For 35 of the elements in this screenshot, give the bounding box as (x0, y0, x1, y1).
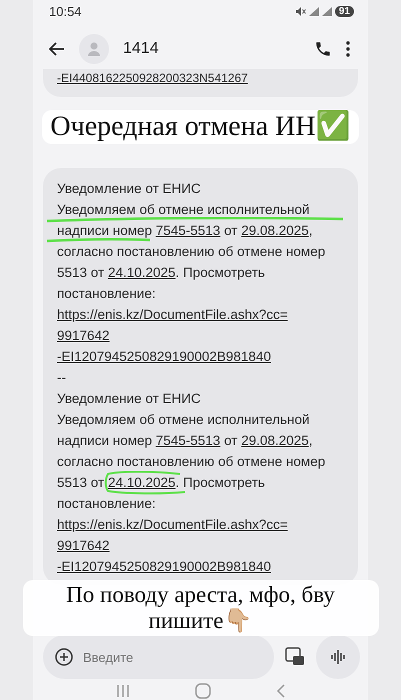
waveform-icon (330, 650, 346, 664)
separator-text: -- (57, 369, 67, 388)
more-icon[interactable] (346, 40, 350, 57)
status-time: 10:54 (49, 4, 82, 19)
link-text[interactable]: 24.10.2025 (108, 475, 176, 490)
back-icon[interactable] (49, 42, 65, 56)
home-icon[interactable] (194, 682, 210, 699)
phone-icon[interactable] (314, 40, 332, 58)
link-text[interactable]: 9917642 (57, 328, 110, 344)
link-text[interactable]: 9917642 (57, 538, 110, 554)
link-text[interactable]: -EI1207945250829190002B981840 (57, 559, 271, 574)
caption-text: По поводу ареста, мфо, бву пишите👇🏼 (22, 580, 378, 636)
sender-text: Уведомление от ЕНИС (57, 390, 202, 408)
link-text[interactable]: -EI1207945250829190002B981840 (57, 349, 271, 364)
link-text[interactable]: 7545-5513 (156, 433, 220, 448)
link-text[interactable]: https://enis.kz/DocumentFile.ashx?cc= (57, 517, 288, 532)
sender-text: Уведомление от ЕНИС (57, 180, 202, 198)
contact-name: 1414 (123, 40, 159, 58)
link-text[interactable]: https://enis.kz/DocumentFile.ashx?cc= (57, 307, 288, 322)
link-text[interactable]: 29.08.2025 (241, 433, 309, 448)
mute-icon (296, 6, 306, 16)
message-text: Уведомляем об отмене исполнительной надписи номер 7545-5513 от 29.08.2025, согласно постановлению об отмене номер 5513 от 24.10.2025. Просмотреть постановление: (57, 411, 326, 514)
recents-icon[interactable] (116, 684, 130, 698)
caption-text: Очередная отмена ИН✅ (42, 110, 359, 144)
link-text[interactable]: 24.10.2025 (108, 265, 176, 280)
battery-level: 91 (334, 6, 354, 17)
avatar-icon (79, 34, 109, 64)
link-text[interactable]: 7545-5513 (156, 223, 220, 238)
message-input[interactable]: Введите (81, 648, 185, 666)
link-text[interactable]: 29.08.2025 (241, 223, 309, 238)
plus-icon[interactable] (55, 648, 73, 666)
voice-button[interactable] (316, 635, 360, 680)
message-text: Уведомляем об отмене исполнительной надписи номер 7545-5513 от 29.08.2025, согласно постановлению об отмене номер 5513 от 24.10.2025. Просмотреть постановление: (57, 201, 326, 304)
signal-icon (322, 6, 332, 16)
signal-icon (308, 6, 319, 16)
